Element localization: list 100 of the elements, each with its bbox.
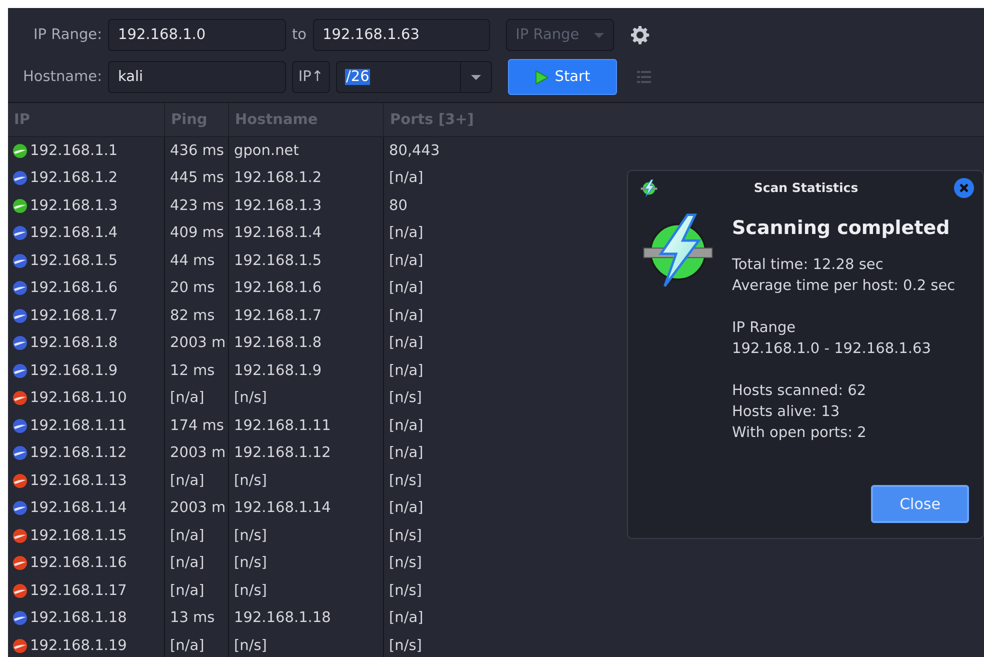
netmask-combo[interactable]: /26 [336,61,492,93]
range-end-field[interactable]: 192.168.1.63 [312,19,490,51]
hostname-cell: 192.168.1.6 [234,280,322,296]
ping-cell: 13 ms [170,610,215,626]
ip-address: 192.168.1.17 [30,582,127,599]
ping-cell: 44 ms [170,252,215,269]
hostname-cell: 192.168.1.2 [234,170,322,186]
close-icon[interactable] [954,178,974,198]
ports-cell: [n/s] [389,390,422,406]
hostname-cell: [n/s] [234,472,267,489]
stat-line: 192.168.1.0 - 192.168.1.63 [732,340,932,359]
column-header[interactable]: Hostname [229,103,384,137]
ping-cell: 423 ms [170,198,224,214]
ports-cell: [n/a] [389,418,424,434]
ip-address: 192.168.1.19 [30,638,127,654]
range-start-field[interactable]: 192.168.1.0 [108,19,286,51]
ip-address: 192.168.1.7 [30,308,118,324]
column-header[interactable]: Ports [3+] [384,103,984,137]
hostname-cell: 192.168.1.3 [234,198,322,214]
stat-line: Hosts alive: 13 [732,403,841,422]
ping-cell: 409 ms [170,225,224,242]
ip-address: 192.168.1.5 [30,252,118,269]
hostname-cell: gpon.net [234,142,299,159]
ip-address: 192.168.1.12 [30,445,127,462]
field-label: Hostname: [22,69,102,85]
ip-address: 192.168.1.18 [30,610,127,626]
hostname-cell: 192.168.1.4 [234,225,322,242]
ports-cell: [n/s] [389,528,422,544]
ip-address: 192.168.1.9 [30,362,118,379]
ping-cell: [n/a] [170,555,204,572]
ports-cell: [n/s] [389,582,422,599]
stat-line: IP Range [732,319,797,338]
hostname-cell: 192.168.1.11 [234,418,331,434]
ping-cell: 20 ms [170,280,215,296]
stat-line: Hosts scanned: 62 [732,382,868,401]
ping-cell: [n/a] [170,528,204,544]
column-header[interactable]: IP [8,103,165,137]
hostname-cell: [n/s] [234,638,267,654]
ports-cell: [n/a] [389,308,424,324]
field-label: IP Range: [32,27,102,43]
field-label: to [292,27,307,43]
ip-address: 192.168.1.8 [30,335,118,352]
dialog-title: Scan Statistics [752,180,860,195]
hostname-cell: 192.168.1.12 [234,445,331,462]
ports-cell: [n/a] [389,500,424,516]
ports-cell: [n/a] [389,252,424,269]
hostname-field[interactable]: kali [108,61,286,93]
ping-cell: 2003 m [170,500,226,516]
sort-ip-button[interactable]: IP↑ [292,61,330,93]
column-header[interactable]: Ping [165,103,229,137]
ip-address: 192.168.1.1 [30,142,118,159]
ip-address: 192.168.1.13 [30,472,127,489]
ports-cell: [n/a] [389,225,424,242]
hostname-cell: [n/s] [234,528,267,544]
ports-cell: [n/a] [389,445,424,462]
ping-cell: 436 ms [170,142,224,159]
ip-address: 192.168.1.6 [30,280,118,296]
ping-cell: 445 ms [170,170,224,186]
play-icon [534,70,549,84]
ports-cell: [n/a] [389,610,424,626]
ip-address: 192.168.1.15 [30,528,127,544]
ports-cell: [n/s] [389,472,422,489]
ip-address: 192.168.1.16 [30,555,127,572]
start-button[interactable]: Start [508,59,617,95]
ports-cell: 80,443 [389,142,440,159]
hostname-cell: 192.168.1.5 [234,252,322,269]
ping-cell: [n/a] [170,472,204,489]
ip-address: 192.168.1.2 [30,170,118,186]
ping-cell: [n/a] [170,582,204,599]
ping-cell: 2003 m [170,445,226,462]
stat-line: Total time: 12.28 sec [732,256,884,275]
ping-cell: 174 ms [170,418,224,434]
ports-cell: [n/a] [389,170,424,186]
settings-icon[interactable] [630,25,650,45]
ports-cell: [n/a] [389,362,424,379]
app-logo-icon [640,178,658,196]
ping-cell: [n/a] [170,390,204,406]
dialog-heading: Scanning completed [732,216,951,240]
hostname-cell: [n/s] [234,555,267,572]
hostname-cell: [n/s] [234,390,267,406]
close-button[interactable]: Close [871,485,969,523]
ports-cell: [n/a] [389,280,424,296]
ports-cell: 80 [389,198,408,214]
hostname-cell: 192.168.1.14 [234,500,331,516]
hostname-cell: [n/s] [234,582,267,599]
ping-cell: 82 ms [170,308,215,324]
ip-address: 192.168.1.14 [30,500,127,516]
hostname-cell: 192.168.1.8 [234,335,322,352]
ping-cell: [n/a] [170,638,204,654]
ports-cell: [n/s] [389,555,422,572]
ports-cell: [n/s] [389,638,422,654]
stat-line: With open ports: 2 [732,424,868,443]
hostname-cell: 192.168.1.7 [234,308,322,324]
ip-address: 192.168.1.3 [30,198,118,214]
ping-cell: 12 ms [170,362,215,379]
hostname-cell: 192.168.1.9 [234,362,322,379]
ip-address: 192.168.1.11 [30,418,127,434]
stat-line: Average time per host: 0.2 sec [732,277,956,296]
ping-cell: 2003 m [170,335,226,352]
ports-cell: [n/a] [389,335,424,352]
